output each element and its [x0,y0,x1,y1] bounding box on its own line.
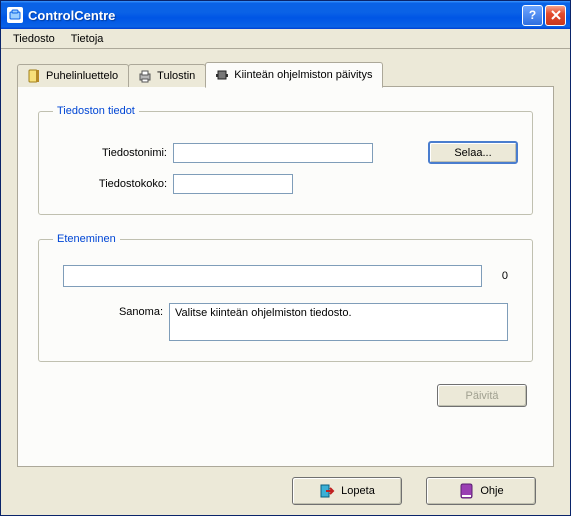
tab-printer-label: Tulostin [157,70,195,82]
help-button[interactable]: Ohje [426,477,536,505]
update-button-label: Päivitä [465,390,498,402]
filesize-label: Tiedostokoko: [53,178,173,190]
message-text: Valitse kiinteän ohjelmiston tiedosto. [175,307,352,319]
browse-button-label: Selaa... [454,147,491,159]
tab-panel-firmware: Tiedoston tiedot Tiedostonimi: Selaa... … [17,86,554,467]
tab-firmware-label: Kiinteän ohjelmiston päivitys [234,69,372,81]
filesize-input[interactable] [173,174,293,194]
help-button-label: Ohje [480,485,503,497]
browse-button[interactable]: Selaa... [428,141,518,164]
bottom-bar: Lopeta Ohje [17,467,554,505]
titlebar-help-button[interactable]: ? [522,5,543,26]
progress-bar [63,265,482,287]
app-window: ControlCentre ? Tiedosto Tietoja Puhelin… [0,0,571,516]
quit-button[interactable]: Lopeta [292,477,402,505]
filename-input[interactable] [173,143,373,163]
tab-phonebook-label: Puhelinluettelo [46,70,118,82]
firmware-icon [214,67,230,83]
update-button[interactable]: Päivitä [437,384,527,407]
titlebar-close-button[interactable] [545,5,566,26]
tab-phonebook[interactable]: Puhelinluettelo [17,64,129,87]
client-area: Puhelinluettelo Tulostin Kiinteän ohjelm… [1,49,570,515]
progress-value: 0 [502,270,508,282]
quit-button-label: Lopeta [341,485,375,497]
book-icon [458,483,474,499]
progress-group: Eteneminen 0 Sanoma: Valitse kiinteän oh… [38,233,533,362]
tab-firmware[interactable]: Kiinteän ohjelmiston päivitys [205,62,383,88]
printer-icon [137,68,153,84]
window-title: ControlCentre [28,8,520,23]
menu-file[interactable]: Tiedosto [5,31,63,47]
progress-legend: Eteneminen [53,233,120,245]
fileinfo-legend: Tiedoston tiedot [53,105,139,117]
titlebar: ControlCentre ? [1,1,570,29]
message-box: Valitse kiinteän ohjelmiston tiedosto. [169,303,508,341]
app-icon [7,7,23,23]
menu-about[interactable]: Tietoja [63,31,112,47]
message-label: Sanoma: [63,303,163,318]
filename-label: Tiedostonimi: [53,147,173,159]
phonebook-icon [26,68,42,84]
exit-icon [319,483,335,499]
fileinfo-group: Tiedoston tiedot Tiedostonimi: Selaa... … [38,105,533,215]
tab-strip: Puhelinluettelo Tulostin Kiinteän ohjelm… [17,61,554,87]
tab-printer[interactable]: Tulostin [128,64,206,87]
menubar: Tiedosto Tietoja [1,29,570,49]
